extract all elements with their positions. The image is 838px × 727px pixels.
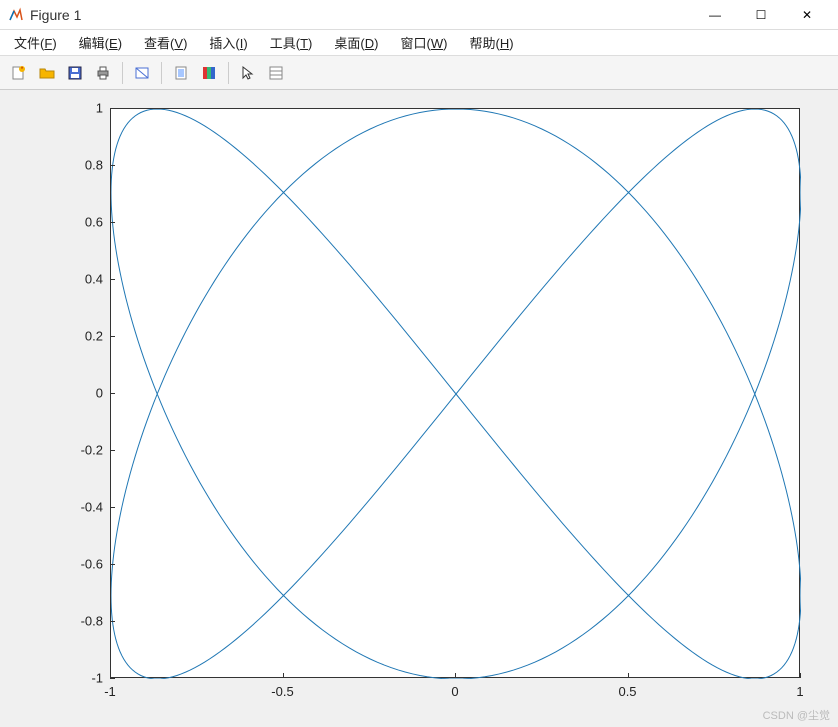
titlebar: Figure 1 — ☐ ✕ <box>0 0 838 30</box>
close-button[interactable]: ✕ <box>784 0 830 30</box>
ytick-label: 0.6 <box>65 215 103 230</box>
xtick-mark <box>800 673 801 678</box>
link-button[interactable] <box>129 60 155 86</box>
new-file-icon: * <box>11 65 27 81</box>
brush-button[interactable] <box>168 60 194 86</box>
print-icon <box>95 65 111 81</box>
colorbar-button[interactable] <box>196 60 222 86</box>
menu-window[interactable]: 窗口(W) <box>396 31 451 54</box>
save-button[interactable] <box>62 60 88 86</box>
colorbar-icon <box>201 65 217 81</box>
ytick-mark <box>110 279 115 280</box>
ytick-mark <box>110 108 115 109</box>
inspect-button[interactable] <box>263 60 289 86</box>
xtick-label: 0 <box>451 684 458 699</box>
menu-edit-label: 编辑 <box>79 36 105 51</box>
menu-window-label: 窗口 <box>400 36 426 51</box>
plot-canvas <box>111 109 801 679</box>
new-figure-button[interactable]: * <box>6 60 32 86</box>
menu-view-mnemonic: V <box>174 36 183 51</box>
window-title: Figure 1 <box>30 7 692 23</box>
ytick-label: -0.6 <box>65 557 103 572</box>
xtick-mark <box>110 673 111 678</box>
link-icon <box>134 65 150 81</box>
xtick-label: 0.5 <box>618 684 636 699</box>
ytick-mark <box>110 336 115 337</box>
menu-insert[interactable]: 插入(I) <box>205 31 251 54</box>
ytick-mark <box>110 450 115 451</box>
toolbar-separator-2 <box>161 62 162 84</box>
menu-view-label: 查看 <box>144 36 170 51</box>
xtick-label: -0.5 <box>271 684 293 699</box>
minimize-button[interactable]: — <box>692 0 738 30</box>
ytick-mark <box>110 678 115 679</box>
series-lissajous <box>111 109 801 679</box>
ytick-label: 0.4 <box>65 272 103 287</box>
ytick-label: -0.8 <box>65 614 103 629</box>
xtick-mark <box>455 673 456 678</box>
toolbar: * <box>0 56 838 90</box>
menu-view[interactable]: 查看(V) <box>140 31 191 54</box>
menu-help-label: 帮助 <box>469 36 495 51</box>
axes[interactable] <box>110 108 800 678</box>
ytick-label: -0.4 <box>65 500 103 515</box>
ytick-label: -0.2 <box>65 443 103 458</box>
menu-edit-mnemonic: E <box>109 36 118 51</box>
ytick-label: -1 <box>65 671 103 686</box>
menu-file-mnemonic: F <box>44 36 52 51</box>
menu-file[interactable]: 文件(F) <box>10 31 61 54</box>
xtick-label: 1 <box>796 684 803 699</box>
menu-desktop-mnemonic: D <box>365 36 374 51</box>
save-disk-icon <box>67 65 83 81</box>
toolbar-separator-3 <box>228 62 229 84</box>
inspect-icon <box>268 65 284 81</box>
ytick-label: 0 <box>65 386 103 401</box>
close-icon: ✕ <box>802 8 812 22</box>
figure-area: -1 -0.8 -0.6 -0.4 -0.2 0 0.2 0.4 0.6 0.8 1 -1 -0.5 0 0… <box>0 90 838 727</box>
menu-help[interactable]: 帮助(H) <box>465 31 517 54</box>
menubar: 文件(F) 编辑(E) 查看(V) 插入(I) 工具(T) 桌面(D) 窗口(W… <box>0 30 838 56</box>
cursor-icon <box>240 65 256 81</box>
xtick-label: -1 <box>104 684 116 699</box>
ytick-mark <box>110 165 115 166</box>
open-folder-icon <box>39 65 55 81</box>
matlab-icon <box>8 7 24 23</box>
menu-tools[interactable]: 工具(T) <box>266 31 317 54</box>
menu-edit[interactable]: 编辑(E) <box>75 31 126 54</box>
ytick-label: 0.8 <box>65 158 103 173</box>
ytick-label: 0.2 <box>65 329 103 344</box>
menu-tools-mnemonic: T <box>300 36 308 51</box>
xtick-mark <box>283 673 284 678</box>
maximize-button[interactable]: ☐ <box>738 0 784 30</box>
watermark: CSDN @尘觉 <box>763 707 830 723</box>
minimize-icon: — <box>709 8 721 22</box>
cursor-button[interactable] <box>235 60 261 86</box>
ytick-mark <box>110 222 115 223</box>
menu-window-mnemonic: W <box>431 36 443 51</box>
menu-file-label: 文件 <box>14 36 40 51</box>
menu-insert-label: 插入 <box>209 36 235 51</box>
print-button[interactable] <box>90 60 116 86</box>
xtick-mark <box>628 673 629 678</box>
maximize-icon: ☐ <box>756 8 767 22</box>
ytick-label: 1 <box>65 101 103 116</box>
ytick-mark <box>110 507 115 508</box>
ytick-mark <box>110 621 115 622</box>
menu-insert-mnemonic: I <box>240 36 244 51</box>
ytick-mark <box>110 393 115 394</box>
ytick-mark <box>110 564 115 565</box>
menu-tools-label: 工具 <box>270 36 296 51</box>
menu-desktop-label: 桌面 <box>334 36 360 51</box>
toolbar-separator-1 <box>122 62 123 84</box>
menu-help-mnemonic: H <box>500 36 509 51</box>
open-button[interactable] <box>34 60 60 86</box>
brush-icon <box>173 65 189 81</box>
menu-desktop[interactable]: 桌面(D) <box>330 31 382 54</box>
